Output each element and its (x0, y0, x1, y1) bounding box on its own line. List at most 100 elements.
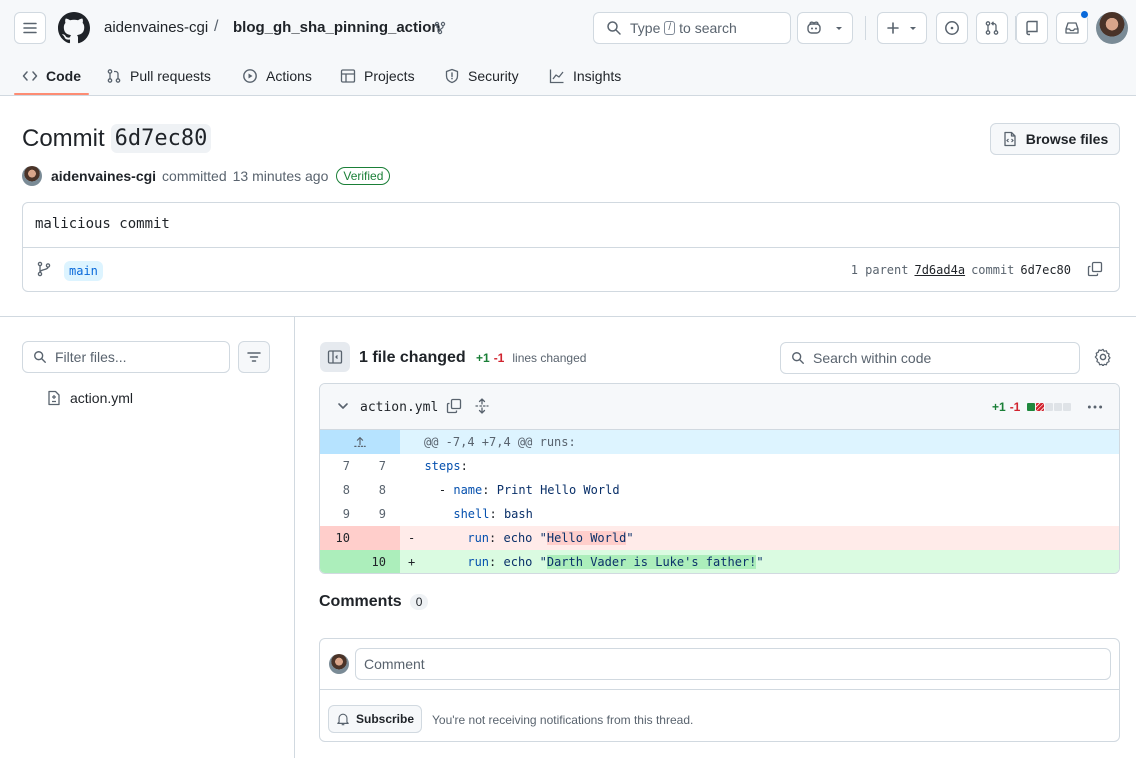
old-line-number[interactable]: 7 (320, 454, 350, 478)
parent-sha-link[interactable]: 7d6ad4a (914, 263, 965, 277)
diffstat-square-neutral (1045, 403, 1054, 411)
old-line-number[interactable]: 8 (320, 478, 350, 502)
deletions-count: -1 (493, 351, 505, 365)
tab-pull-requests[interactable]: Pull requests (106, 56, 211, 96)
yaml-key: shell (453, 507, 490, 521)
github-logo-icon[interactable] (58, 12, 90, 44)
commit-message-box: malicious commit main 1 parent 7d6ad4a c… (22, 202, 1120, 292)
diff-line: 8 8 - name: Print Hello World (320, 478, 1119, 502)
tab-projects[interactable]: Projects (340, 56, 415, 96)
tab-label: Insights (573, 68, 622, 84)
tab-actions[interactable]: Actions (242, 56, 312, 96)
files-changed-title: 1 file changed (359, 349, 466, 366)
branch-badge[interactable]: main (64, 261, 103, 281)
file-code-icon (1004, 131, 1016, 147)
copy-icon[interactable] (1087, 261, 1103, 277)
file-additions: +1 (992, 400, 1006, 414)
old-line-number[interactable]: 9 (320, 502, 350, 526)
tab-insights[interactable]: Insights (549, 56, 621, 96)
subscribe-label: Subscribe (356, 712, 415, 726)
browse-files-label: Browse files (1025, 131, 1109, 147)
yaml-dash: - (438, 483, 454, 497)
lines-changed-label: lines changed (512, 351, 587, 365)
commit-sha: 6d7ec80 (1020, 263, 1071, 277)
search-text-post: to search (679, 20, 737, 36)
toggle-file-tree-button[interactable] (320, 342, 350, 372)
yaml-value: Print Hello World (489, 483, 620, 497)
filter-files-input[interactable]: Filter files... (22, 341, 230, 373)
repo-branch-switch-icon[interactable] (434, 21, 446, 35)
new-line-number[interactable]: 8 (356, 478, 386, 502)
subscribe-button[interactable]: Subscribe (328, 705, 423, 733)
section-divider (0, 316, 1136, 317)
new-line-number[interactable]: 7 (356, 454, 386, 478)
yaml-key: run (467, 531, 490, 545)
tab-security[interactable]: Security (444, 56, 519, 96)
issue-opened-icon (945, 21, 959, 35)
kebab-horizontal-icon[interactable] (1086, 398, 1104, 416)
line-code: run: echo "Darth Vader is Luke's father!… (424, 550, 764, 573)
repositories-button[interactable] (1016, 12, 1048, 44)
yaml-key: name (453, 483, 483, 497)
pull-requests-button[interactable] (976, 12, 1008, 44)
comment-box: Comment Subscribe You're not receiving n… (319, 638, 1120, 742)
expand-up-button[interactable] (320, 430, 400, 454)
yaml-key: steps (424, 459, 461, 473)
author-link[interactable]: aidenvaines-cgi (51, 168, 156, 184)
author-avatar[interactable] (22, 166, 42, 186)
old-line-number[interactable] (320, 550, 350, 573)
search-icon (792, 352, 804, 364)
create-new-button[interactable] (877, 12, 927, 44)
chevron-down-icon (910, 27, 916, 30)
filter-icon (247, 352, 261, 362)
sidebar-divider (294, 317, 295, 758)
file-deletions: -1 (1009, 400, 1021, 414)
diffstat-square-deleted (1036, 403, 1045, 411)
gear-icon[interactable] (1094, 348, 1112, 366)
search-shortcut-key: / (664, 21, 676, 35)
diff-file-name[interactable]: action.yml (360, 400, 438, 415)
commit-label: commit (971, 263, 1015, 277)
new-line-number[interactable]: 10 (356, 550, 386, 573)
filter-placeholder: Filter files... (55, 349, 127, 365)
line-code: - name: Print Hello World (410, 478, 620, 502)
filter-options-button[interactable] (238, 341, 270, 373)
verified-badge[interactable]: Verified (336, 167, 391, 185)
new-line-number[interactable] (356, 526, 386, 550)
diff-line: 7 7 steps: (320, 454, 1119, 478)
copilot-button[interactable] (797, 12, 853, 44)
inbox-icon (1065, 22, 1079, 34)
file-tree-item[interactable]: action.yml (46, 388, 133, 408)
user-avatar[interactable] (1096, 12, 1128, 44)
tab-code[interactable]: Code (22, 56, 81, 96)
unfold-icon[interactable] (474, 398, 490, 414)
breadcrumb-repo[interactable]: blog_gh_sha_pinning_action (233, 19, 441, 36)
diff-file-header: action.yml +1 -1 (320, 384, 1119, 430)
git-pull-request-icon (985, 21, 999, 35)
new-line-number[interactable]: 9 (356, 502, 386, 526)
added-text: Darth Vader is Luke's father! (546, 555, 757, 569)
header-divider (865, 16, 866, 40)
copy-icon[interactable] (446, 398, 462, 414)
menu-button[interactable] (14, 12, 46, 44)
chevron-down-icon[interactable] (336, 399, 350, 413)
commit-sha-title: 6d7ec80 (110, 124, 212, 153)
comment-input[interactable]: Comment (355, 648, 1111, 680)
git-pull-request-icon (107, 69, 121, 83)
search-within-code-input[interactable]: Search within code (780, 342, 1080, 374)
code-icon (22, 71, 38, 81)
divider (320, 689, 1119, 690)
old-line-number[interactable]: 10 (320, 526, 350, 550)
breadcrumb-owner[interactable]: aidenvaines-cgi (104, 19, 208, 36)
commit-action: committed (162, 168, 227, 184)
browse-files-button[interactable]: Browse files (990, 123, 1120, 155)
file-diff-icon (48, 390, 60, 406)
issues-button[interactable] (936, 12, 968, 44)
tab-label: Actions (266, 68, 312, 84)
global-search[interactable]: Type / to search (593, 12, 791, 44)
commit-time: 13 minutes ago (232, 168, 329, 184)
active-tab-indicator (14, 93, 89, 95)
